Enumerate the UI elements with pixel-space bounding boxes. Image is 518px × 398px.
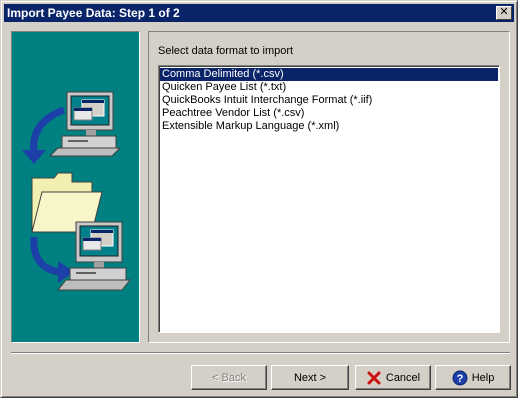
arrow-down-icon: [30, 106, 66, 155]
import-illustration: [22, 91, 132, 291]
title-bar: Import Payee Data: Step 1 of 2 ✕: [4, 4, 514, 22]
format-option-xml[interactable]: Extensible Markup Language (*.xml): [160, 120, 498, 133]
wizard-illustration-panel: [11, 31, 140, 343]
format-selection-panel: Select data format to import Comma Delim…: [148, 31, 510, 343]
arrow-right-icon: [30, 236, 61, 276]
back-button-label: < Back: [212, 371, 246, 384]
format-listbox[interactable]: Comma Delimited (*.csv) Quicken Payee Li…: [158, 65, 500, 333]
back-button[interactable]: < Back: [191, 365, 267, 390]
next-button-label: Next >: [293, 371, 327, 384]
help-button[interactable]: ? Help: [435, 365, 511, 390]
svg-text:?: ?: [456, 373, 463, 385]
format-prompt-label: Select data format to import: [158, 45, 294, 57]
next-button[interactable]: Next >: [271, 365, 349, 390]
computer-top-icon: [48, 91, 122, 157]
format-option-peachtree[interactable]: Peachtree Vendor List (*.csv): [160, 107, 498, 120]
cancel-button[interactable]: Cancel: [355, 365, 431, 390]
cancel-button-label: Cancel: [385, 371, 421, 384]
button-separator: [11, 352, 510, 354]
window-title: Import Payee Data: Step 1 of 2: [7, 6, 180, 20]
help-button-label: Help: [471, 371, 495, 384]
help-icon: ?: [452, 370, 468, 386]
format-option-quicken[interactable]: Quicken Payee List (*.txt): [160, 81, 498, 94]
close-icon: ✕: [499, 6, 509, 18]
import-payee-dialog: Import Payee Data: Step 1 of 2 ✕ Select …: [0, 0, 518, 398]
format-option-csv[interactable]: Comma Delimited (*.csv): [160, 68, 498, 81]
format-option-iif[interactable]: QuickBooks Intuit Interchange Format (*.…: [160, 94, 498, 107]
x-icon: [366, 370, 382, 386]
close-button[interactable]: ✕: [496, 6, 512, 20]
